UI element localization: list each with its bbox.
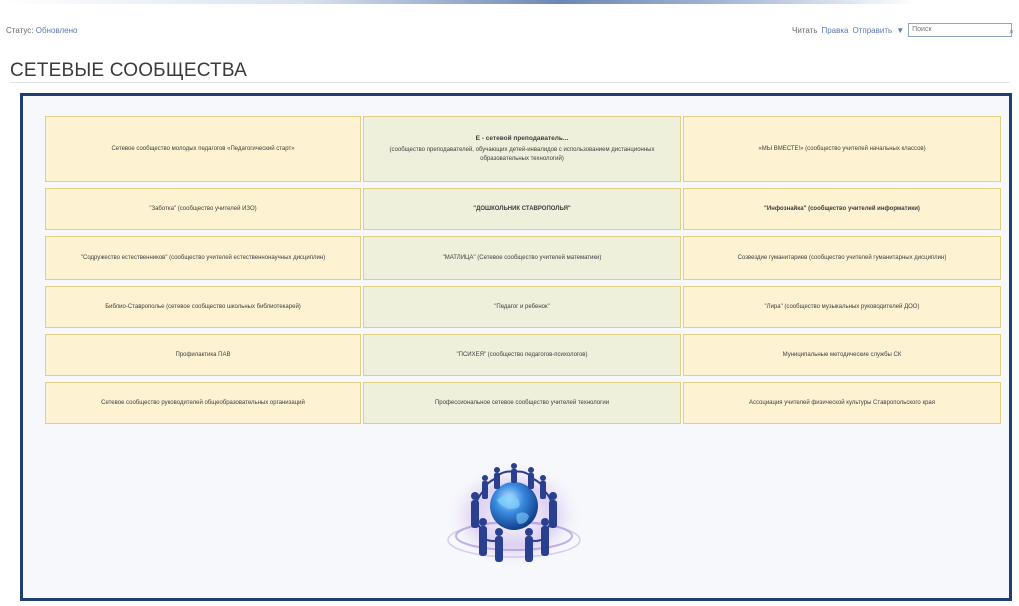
globe-illustration	[442, 454, 586, 566]
community-link[interactable]: "Инфознайка" (сообщество учителей информ…	[683, 188, 1001, 230]
community-link[interactable]: "Педагог и ребенок"	[363, 286, 681, 328]
community-link[interactable]: Библио-Ставрополье (сетевое сообщество ш…	[45, 286, 361, 328]
community-link[interactable]: Ассоциация учителей физической культуры …	[683, 382, 1001, 424]
community-link[interactable]: Муниципальные методические службы СК	[683, 334, 1001, 376]
community-link[interactable]: "ДОШКОЛЬНИК СТАВРОПОЛЬЯ"	[363, 188, 681, 230]
community-link[interactable]: Профилактика ПАВ	[45, 334, 361, 376]
read-label: Читать	[792, 25, 818, 35]
status-value-link[interactable]: Обновлено	[36, 26, 78, 35]
other-link[interactable]: Отправить	[853, 26, 893, 35]
community-link[interactable]: Сетевое сообщество руководителей общеобр…	[45, 382, 361, 424]
communities-grid: Сетевое сообщество молодых педагогов «Пе…	[45, 116, 1003, 430]
more-menu-button[interactable]: ▼	[896, 26, 904, 35]
community-link[interactable]: «МЫ ВМЕСТЕ!» (сообщество учителей началь…	[683, 116, 1001, 182]
status-area: Статус: Обновлено	[6, 26, 77, 35]
page-title: СЕТЕВЫЕ СООБЩЕСТВА	[10, 60, 247, 81]
community-description: (сообщество преподавателей, обучающих де…	[389, 147, 655, 162]
community-link[interactable]: Сетевое сообщество молодых педагогов «Пе…	[45, 116, 361, 182]
search-icon[interactable]: ⌕	[1009, 26, 1014, 37]
community-link[interactable]: "Содружество естественников" (сообщество…	[45, 236, 361, 280]
edit-link[interactable]: Правка	[821, 26, 848, 35]
title-divider	[10, 82, 1010, 83]
globe-with-people-icon	[439, 448, 589, 566]
top-accent-line	[0, 0, 1019, 4]
community-link[interactable]: Созвездие гуманитариев (сообщество учите…	[683, 236, 1001, 280]
community-title: Е - сетевой преподаватель...	[475, 135, 569, 142]
community-link[interactable]: "МАТЛИЦА" (Сетевое сообщество учителей м…	[363, 236, 681, 280]
search-input[interactable]	[908, 23, 1013, 37]
community-link[interactable]: Е - сетевой преподаватель... (сообщество…	[363, 116, 681, 182]
community-link[interactable]: "Заботка" (сообщество учителей ИЗО)	[45, 188, 361, 230]
community-link[interactable]: "Лира" (сообщество музыкальных руководит…	[683, 286, 1001, 328]
communities-panel: Сетевое сообщество молодых педагогов «Пе…	[20, 93, 1012, 601]
toolbar-actions: Читать Правка Отправить ▼	[792, 23, 1013, 37]
top-toolbar: Статус: Обновлено Читать Правка Отправит…	[0, 20, 1019, 42]
community-link[interactable]: "ПСИХЕЯ" (сообщество педагогов-психолого…	[363, 334, 681, 376]
status-label: Статус:	[6, 26, 34, 35]
community-link[interactable]: Профессиональное сетевое сообщество учит…	[363, 382, 681, 424]
